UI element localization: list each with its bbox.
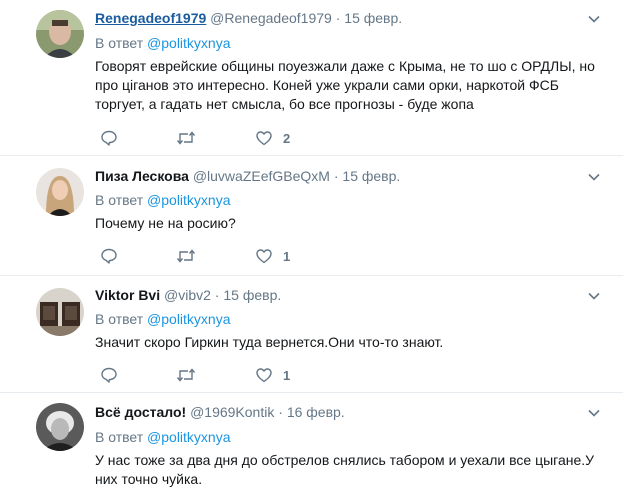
chevron-down-icon[interactable] [587,289,601,303]
reply-button[interactable] [100,365,118,385]
reply-icon [101,367,117,383]
tweet-date[interactable]: 15 февр. [342,168,400,184]
tweet-date[interactable]: 15 февр. [344,10,402,26]
tweet-header: Viktor Bvi @vibv2 · 15 февр. [95,287,282,303]
reply-to: В ответ @politkyxnya [95,192,231,208]
like-count: 1 [283,248,291,264]
tweet-header: Renegadeof1979 @Renegadeof1979 · 15 февр… [95,10,403,26]
tweet-text: У нас тоже за два дня до обстрелов сняли… [95,452,595,487]
tweet-header: Пиза Лескова @luvwaZEefGBeQxM · 15 февр. [95,168,401,184]
reply-button[interactable] [100,246,118,266]
heart-icon [256,368,272,383]
retweet-button[interactable] [176,365,196,385]
tweet-actions: 2 [95,128,395,148]
tweet-3[interactable]: Viktor Bvi @vibv2 · 15 февр. В ответ @po… [0,276,623,393]
tweet-4[interactable]: Всё достало! @1969Kontik · 16 февр. В от… [0,393,623,498]
author-handle[interactable]: @vibv2 [164,287,211,303]
retweet-button[interactable] [176,128,196,148]
avatar[interactable] [36,168,84,216]
author-name[interactable]: Пиза Лескова [95,168,189,184]
reply-handle[interactable]: @politkyxnya [147,192,230,208]
tweet-2[interactable]: Пиза Лескова @luvwaZEefGBeQxM · 15 февр.… [0,156,623,276]
tweet-actions: 1 [95,246,395,266]
like-count: 1 [283,367,291,383]
author-handle[interactable]: @luvwaZEefGBeQxM [193,168,330,184]
tweet-header: Всё достало! @1969Kontik · 16 февр. [95,404,345,420]
tweet-1[interactable]: Renegadeof1979 @Renegadeof1979 · 15 февр… [0,0,623,156]
author-name[interactable]: Всё достало! [95,404,186,420]
reply-icon [101,248,117,264]
tweet-date[interactable]: 15 февр. [223,287,281,303]
tweet-text: Значит скоро Гиркин туда вернется.Они чт… [95,334,444,350]
tweet-actions: 1 [95,365,395,385]
retweet-button[interactable] [176,246,196,266]
retweet-icon [176,131,196,145]
tweet-text: Почему не на росию? [95,215,236,231]
like-button[interactable]: 1 [255,246,290,266]
reply-handle[interactable]: @politkyxnya [147,429,230,445]
chevron-down-icon[interactable] [587,12,601,26]
tweet-text: Говорят еврейские общины поуезжали даже … [95,58,595,112]
reply-to: В ответ @politkyxnya [95,429,231,445]
chevron-down-icon[interactable] [587,406,601,420]
avatar[interactable] [36,403,84,451]
retweet-icon [176,368,196,382]
avatar[interactable] [36,10,84,58]
author-name[interactable]: Renegadeof1979 [95,10,206,26]
like-count: 2 [283,130,291,146]
reply-icon [101,130,117,146]
like-button[interactable]: 1 [255,365,290,385]
author-handle[interactable]: @Renegadeof1979 [210,10,332,26]
reply-to: В ответ @politkyxnya [95,311,231,327]
reply-handle[interactable]: @politkyxnya [147,311,230,327]
reply-to: В ответ @politkyxnya [95,35,231,51]
reply-handle[interactable]: @politkyxnya [147,35,230,51]
like-button[interactable]: 2 [255,128,290,148]
heart-icon [256,249,272,264]
author-handle[interactable]: @1969Kontik [190,404,274,420]
retweet-icon [176,249,196,263]
author-name[interactable]: Viktor Bvi [95,287,160,303]
heart-icon [256,131,272,146]
tweet-date[interactable]: 16 февр. [287,404,345,420]
chevron-down-icon[interactable] [587,170,601,184]
reply-button[interactable] [100,128,118,148]
avatar[interactable] [36,288,84,336]
